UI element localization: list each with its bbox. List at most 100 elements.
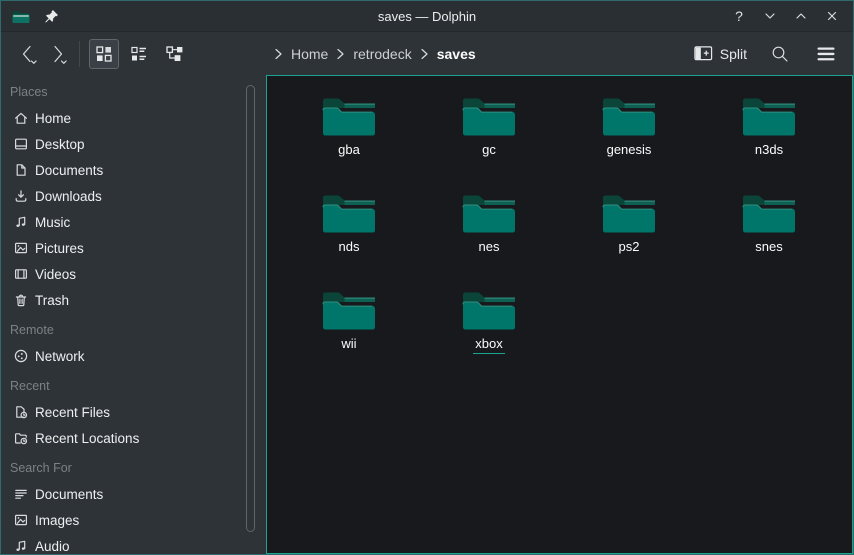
breadcrumb-chevron-icon bbox=[420, 48, 429, 60]
folder-item-wii[interactable]: wii bbox=[279, 286, 419, 383]
chevron-left-icon bbox=[15, 41, 41, 67]
icons-view-icon bbox=[95, 45, 113, 63]
toolbar-separator bbox=[79, 41, 80, 67]
folder-item-gba[interactable]: gba bbox=[279, 92, 419, 189]
folder-item-genesis[interactable]: genesis bbox=[559, 92, 699, 189]
folder-item-snes[interactable]: snes bbox=[699, 189, 839, 286]
split-button-label: Split bbox=[720, 46, 747, 62]
document-icon bbox=[13, 162, 29, 178]
folder-view[interactable]: gba gc genesis n3ds nds bbox=[266, 75, 853, 554]
search-icon bbox=[770, 44, 790, 64]
sidebar-item-label: Downloads bbox=[35, 189, 102, 204]
sidebar-item-label: Documents bbox=[35, 163, 103, 178]
film-icon bbox=[13, 266, 29, 282]
desktop-icon bbox=[13, 136, 29, 152]
toolbar-right-group: Split bbox=[694, 41, 839, 67]
sidebar-item-trash[interactable]: Trash bbox=[1, 287, 259, 313]
sidebar-item-network[interactable]: Network bbox=[1, 343, 259, 369]
menu-button[interactable] bbox=[813, 41, 839, 67]
breadcrumb-item-retrodeck[interactable]: retrodeck bbox=[352, 44, 412, 64]
tree-view-button[interactable] bbox=[159, 39, 189, 69]
tree-view-icon bbox=[165, 45, 184, 63]
section-header-remote: Remote bbox=[1, 317, 259, 343]
sidebar-item-label: Home bbox=[35, 111, 71, 126]
folder-icon bbox=[740, 189, 798, 235]
split-button[interactable]: Split bbox=[694, 45, 747, 62]
recent-file-icon bbox=[13, 404, 29, 420]
section-header-recent: Recent bbox=[1, 373, 259, 399]
forward-button[interactable] bbox=[43, 39, 73, 69]
folder-item-nes[interactable]: nes bbox=[419, 189, 559, 286]
sidebar-scrollbar[interactable] bbox=[246, 85, 255, 532]
sidebar-item-label: Recent Files bbox=[35, 405, 110, 420]
network-icon bbox=[13, 348, 29, 364]
help-icon: ? bbox=[735, 8, 743, 24]
folder-item-gc[interactable]: gc bbox=[419, 92, 559, 189]
sidebar-item-label: Desktop bbox=[35, 137, 85, 152]
content-area: Places Home Desktop Documents bbox=[1, 75, 853, 554]
sidebar-item-videos[interactable]: Videos bbox=[1, 261, 259, 287]
places-panel: Places Home Desktop Documents bbox=[1, 75, 259, 554]
folder-icon bbox=[460, 189, 518, 235]
sidebar-item-label: Documents bbox=[35, 487, 103, 502]
sidebar-item-search-images[interactable]: Images bbox=[1, 507, 259, 533]
folder-item-ps2[interactable]: ps2 bbox=[559, 189, 699, 286]
details-view-button[interactable] bbox=[124, 39, 154, 69]
search-button[interactable] bbox=[767, 41, 793, 67]
folder-label: genesis bbox=[605, 142, 654, 160]
app-folder-icon bbox=[11, 7, 31, 25]
folder-grid: gba gc genesis n3ds nds bbox=[279, 92, 852, 383]
help-button[interactable]: ? bbox=[728, 5, 750, 27]
back-button[interactable] bbox=[13, 39, 43, 69]
sidebar-item-downloads[interactable]: Downloads bbox=[1, 183, 259, 209]
folder-icon bbox=[740, 92, 798, 138]
pin-icon[interactable] bbox=[44, 9, 59, 24]
sidebar-item-label: Videos bbox=[35, 267, 76, 282]
folder-label: snes bbox=[753, 239, 784, 257]
folder-icon bbox=[320, 189, 378, 235]
sidebar-item-label: Images bbox=[35, 513, 79, 528]
sidebar-item-label: Music bbox=[35, 215, 70, 230]
folder-icon bbox=[460, 92, 518, 138]
sidebar-item-label: Recent Locations bbox=[35, 431, 139, 446]
sidebar-item-label: Pictures bbox=[35, 241, 84, 256]
chevron-up-icon bbox=[793, 8, 809, 24]
folder-icon bbox=[600, 189, 658, 235]
split-view-icon bbox=[694, 45, 713, 62]
section-header-search-for: Search For bbox=[1, 455, 259, 481]
folder-icon bbox=[460, 286, 518, 332]
folder-label: ps2 bbox=[617, 239, 642, 257]
sidebar-item-home[interactable]: Home bbox=[1, 105, 259, 131]
maximize-button[interactable] bbox=[790, 5, 812, 27]
breadcrumb-chevron-icon bbox=[274, 48, 283, 60]
close-button[interactable] bbox=[821, 5, 843, 27]
folder-item-n3ds[interactable]: n3ds bbox=[699, 92, 839, 189]
sidebar-item-recent-files[interactable]: Recent Files bbox=[1, 399, 259, 425]
window-title: saves — Dolphin bbox=[1, 9, 853, 24]
sidebar-item-label: Trash bbox=[35, 293, 69, 308]
close-icon bbox=[824, 8, 840, 24]
folder-label: gc bbox=[480, 142, 498, 160]
sidebar-item-desktop[interactable]: Desktop bbox=[1, 131, 259, 157]
breadcrumb-item-saves[interactable]: saves bbox=[436, 44, 477, 64]
window-controls: ? bbox=[728, 5, 843, 27]
minimize-button[interactable] bbox=[759, 5, 781, 27]
sidebar-item-search-audio[interactable]: Audio bbox=[1, 533, 259, 554]
sidebar-item-documents[interactable]: Documents bbox=[1, 157, 259, 183]
folder-item-xbox[interactable]: xbox bbox=[419, 286, 559, 383]
sidebar-item-pictures[interactable]: Pictures bbox=[1, 235, 259, 261]
breadcrumb: Home retrodeck saves bbox=[274, 44, 477, 64]
sidebar-item-music[interactable]: Music bbox=[1, 209, 259, 235]
sidebar-item-recent-locations[interactable]: Recent Locations bbox=[1, 425, 259, 451]
details-view-icon bbox=[130, 45, 148, 63]
breadcrumb-item-home[interactable]: Home bbox=[290, 44, 329, 64]
folder-label: xbox bbox=[473, 336, 504, 354]
sidebar-item-search-documents[interactable]: Documents bbox=[1, 481, 259, 507]
home-icon bbox=[13, 110, 29, 126]
folder-item-nds[interactable]: nds bbox=[279, 189, 419, 286]
icons-view-button[interactable] bbox=[89, 39, 119, 69]
toolbar: Home retrodeck saves Split bbox=[1, 32, 853, 75]
dolphin-window: saves — Dolphin ? bbox=[0, 0, 854, 555]
music-note-icon bbox=[13, 214, 29, 230]
breadcrumb-chevron-icon bbox=[336, 48, 345, 60]
